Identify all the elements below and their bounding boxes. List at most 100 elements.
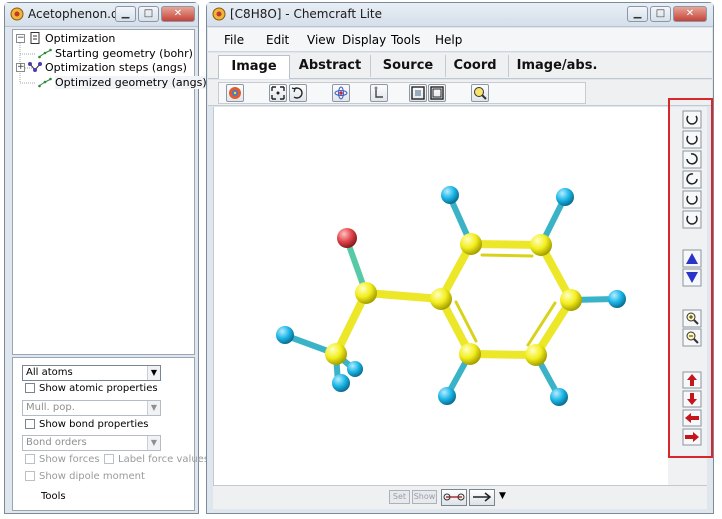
tab-source[interactable]: Source — [371, 55, 445, 79]
atom-h[interactable] — [550, 388, 568, 406]
atom-c[interactable] — [460, 233, 482, 255]
set-button: Set — [389, 490, 410, 504]
atom-c[interactable] — [560, 289, 582, 311]
output-titlebar[interactable]: Acetophenon.out ▁ □ ✕ — [5, 3, 198, 27]
geometry-icon — [38, 77, 52, 88]
show-bond-properties-checkbox[interactable]: Show bond properties — [25, 419, 149, 430]
atoms-select-value: All atoms — [26, 367, 73, 378]
aromatic-inner-bonds — [454, 253, 557, 347]
bond-mode-button[interactable] — [441, 489, 467, 506]
atom-c[interactable] — [530, 234, 552, 256]
steps-icon — [28, 62, 42, 72]
menu-tools[interactable]: Tools — [391, 33, 421, 47]
measure-icon — [374, 86, 383, 98]
atom-c[interactable] — [430, 288, 452, 310]
rotate-cw-z-button[interactable] — [682, 190, 702, 209]
atom-h[interactable] — [438, 387, 456, 405]
tab-abstract[interactable]: Abstract — [290, 55, 370, 79]
rotate-ccw-x-button[interactable] — [682, 130, 702, 149]
checkbox-box — [25, 471, 35, 481]
viewer-window: [C8H8O] - Chemcraft Lite ▁ □ ✕ File Edit… — [206, 2, 714, 514]
zoom-area-button[interactable] — [471, 84, 489, 102]
show-button: Show — [412, 490, 437, 504]
status-bar: Set Show ▼ — [213, 485, 707, 509]
atom-c[interactable] — [525, 344, 547, 366]
rotate-free-button[interactable] — [289, 84, 307, 102]
atom-h[interactable] — [556, 188, 574, 206]
menu-view[interactable]: View — [307, 33, 335, 47]
menu-bar: File Edit View Display Tools Help — [208, 28, 712, 52]
atom-icon — [334, 86, 348, 100]
tools-label[interactable]: Tools — [41, 491, 66, 502]
checkbox-label: Show bond properties — [39, 419, 149, 430]
maximize-button[interactable]: □ — [138, 6, 159, 22]
checkbox-box — [25, 454, 35, 464]
atom-c[interactable] — [355, 282, 377, 304]
dropdown-arrow-icon[interactable]: ▼ — [499, 491, 506, 501]
menu-edit[interactable]: Edit — [266, 33, 289, 47]
atom-h[interactable] — [347, 361, 363, 377]
atom-h[interactable] — [276, 326, 294, 344]
show-atomic-properties-checkbox[interactable]: Show atomic properties — [25, 383, 158, 394]
atom-o[interactable] — [337, 228, 357, 248]
frame-icon — [411, 86, 425, 100]
bond-property-select: Bond orders ▼ — [22, 435, 161, 451]
minimize-button[interactable]: ▁ — [627, 6, 648, 22]
atoms-select[interactable]: All atoms ▼ — [22, 365, 161, 381]
chevron-down-icon: ▼ — [147, 366, 160, 380]
checkbox-label: Show dipole moment — [39, 471, 145, 482]
atom-properties-button[interactable] — [332, 84, 350, 102]
tree-item-starting-geometry[interactable]: Starting geometry (bohr) — [38, 47, 193, 60]
expand-icon[interactable]: + — [16, 63, 25, 72]
rotate-icon — [291, 87, 303, 99]
view-tabs: Image Abstract Source Coord Image/abs. — [208, 53, 712, 79]
tab-image[interactable]: Image — [218, 55, 290, 79]
view-controls — [682, 110, 702, 446]
bond-property-value: Bond orders — [26, 437, 87, 448]
viewer-window-title: [C8H8O] - Chemcraft Lite — [230, 7, 383, 21]
molecule-color-icon — [229, 87, 241, 99]
image-toolbar — [208, 80, 712, 106]
arrow-mode-button[interactable] — [469, 489, 495, 506]
checkbox-label: Show forces — [39, 454, 100, 465]
chemcraft-app-icon — [10, 7, 24, 21]
molecule-viewport[interactable] — [213, 107, 668, 485]
fit-icon — [271, 86, 285, 100]
fit-view-button[interactable] — [269, 84, 287, 102]
chevron-down-icon: ▼ — [147, 401, 160, 415]
close-button[interactable]: ✕ — [161, 6, 195, 22]
molecule-canvas[interactable] — [214, 107, 669, 485]
output-tree[interactable]: − Optimization Starting geometry (bohr) … — [12, 29, 207, 355]
menu-file[interactable]: File — [224, 33, 244, 47]
bond-icon — [443, 493, 465, 501]
rotate-cw-x-button[interactable] — [682, 110, 702, 129]
maximize-button[interactable]: □ — [650, 6, 671, 22]
atom-h[interactable] — [332, 374, 350, 392]
tree-item-optimization-steps[interactable]: + Optimization steps (angs) — [15, 61, 190, 74]
menu-display[interactable]: Display — [342, 33, 386, 47]
atom-c[interactable] — [325, 343, 347, 365]
bond-c-c — [362, 289, 445, 303]
checkbox-label: Label force values — [118, 454, 210, 465]
atom-c[interactable] — [459, 343, 481, 365]
minimize-icon: ▁ — [121, 8, 130, 19]
tab-coord[interactable]: Coord — [446, 55, 504, 79]
measure-button[interactable] — [370, 84, 388, 102]
tree-item-label: Optimization steps (angs) — [45, 61, 187, 74]
atom-h[interactable] — [441, 186, 459, 204]
frame-alt-button[interactable] — [428, 84, 446, 102]
close-button[interactable]: ✕ — [673, 6, 707, 22]
minimize-button[interactable]: ▁ — [115, 6, 136, 22]
atom-h[interactable] — [608, 290, 626, 308]
frame-button[interactable] — [409, 84, 427, 102]
viewer-titlebar[interactable]: [C8H8O] - Chemcraft Lite ▁ □ ✕ — [207, 3, 713, 27]
chemcraft-app-icon — [212, 7, 226, 21]
menu-help[interactable]: Help — [435, 33, 462, 47]
tab-image-abs[interactable]: Image/abs. — [509, 55, 605, 79]
tree-item-optimized-geometry[interactable]: Optimized geometry (angs) — [38, 76, 207, 89]
atomic-property-value: Mull. pop. — [26, 402, 75, 413]
render-style-button[interactable] — [226, 84, 244, 102]
rotate-ccw-z-button[interactable] — [682, 210, 702, 229]
tree-item-label: Optimized geometry (angs) — [55, 76, 207, 89]
label-force-values-checkbox: Label force values — [104, 454, 209, 465]
